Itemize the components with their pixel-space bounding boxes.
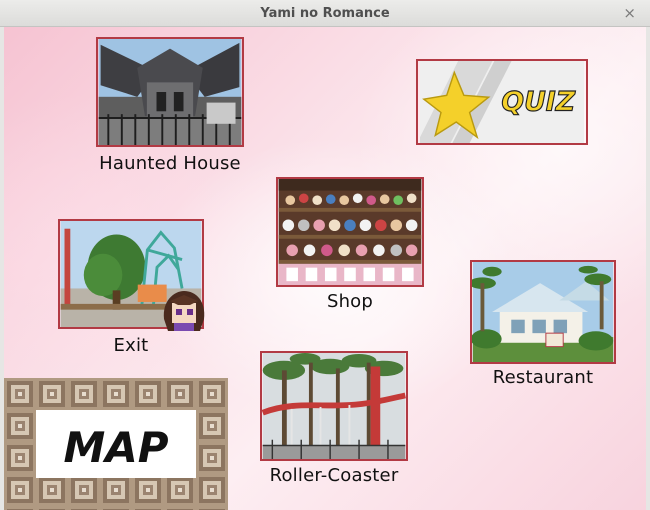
shop-button[interactable] [276,177,424,287]
map-text: MAP [63,423,168,472]
quiz-text: QUIZ [501,87,575,118]
map-image: MAP [4,378,228,510]
roller-coaster-button[interactable] [260,351,408,461]
haunted-house-button[interactable] [96,37,244,147]
roller-coaster-label[interactable]: Roller-Coaster [252,465,416,486]
haunted-house-image [98,39,242,145]
window-title: Yami no Romance [260,6,390,21]
roller-coaster-image [262,353,406,459]
close-icon[interactable]: × [623,4,636,22]
quiz-button[interactable]: QUIZ [416,59,588,145]
park-map-screen: Haunted House QUIZ Shop Exit Restaurant … [4,27,646,510]
quiz-image: QUIZ [420,61,584,143]
restaurant-image [472,262,614,362]
exit-label[interactable]: Exit [100,335,162,356]
restaurant-button[interactable] [470,260,616,364]
shop-image [278,179,422,285]
restaurant-label[interactable]: Restaurant [474,367,612,388]
game-window: Yami no Romance × Haunted House QUIZ Sho… [0,0,650,510]
haunted-house-label[interactable]: Haunted House [90,153,250,174]
chibi-guide-character [160,291,208,331]
map-button[interactable]: MAP [4,378,228,510]
title-bar[interactable]: Yami no Romance × [0,0,650,27]
shop-label[interactable]: Shop [304,291,396,312]
